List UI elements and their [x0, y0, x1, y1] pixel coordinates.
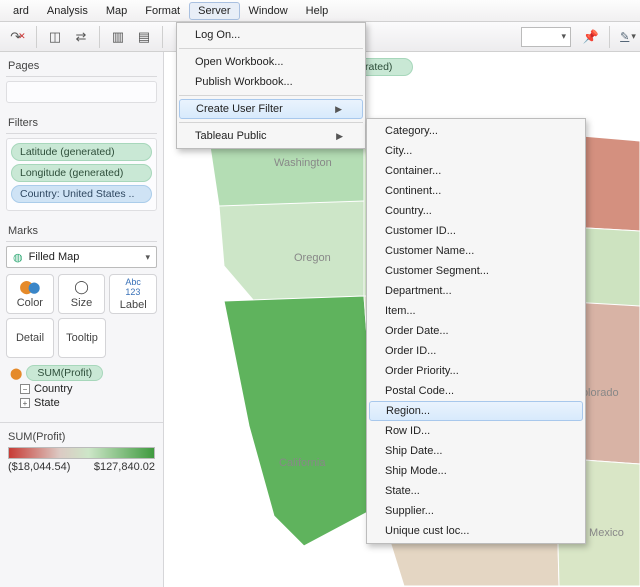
- menu-format[interactable]: Format: [136, 2, 189, 20]
- separator: [609, 26, 610, 48]
- filter-pill-country[interactable]: Country: United States ..: [11, 185, 152, 203]
- legend-color-bar[interactable]: [8, 447, 155, 459]
- marks-color-button[interactable]: ⬤⬤Color: [6, 274, 54, 314]
- user-filter-item-row-id[interactable]: Row ID...: [367, 421, 585, 441]
- menu-item-log-on[interactable]: Log On...: [177, 25, 365, 45]
- pin-icon[interactable]: 📌: [579, 25, 603, 49]
- map-label: Washington: [274, 157, 332, 169]
- swap-icon[interactable]: ⇄: [69, 25, 93, 49]
- legend-max: $127,840.02: [94, 461, 155, 473]
- user-filter-item-ship-date[interactable]: Ship Date...: [367, 441, 585, 461]
- submenu-arrow-icon: ▶: [336, 131, 343, 142]
- tree-expand-icon[interactable]: +: [20, 398, 30, 408]
- marks-tree: ⬤ SUM(Profit) −Country + State: [6, 362, 157, 416]
- map-label: California: [279, 457, 326, 469]
- menu-separator: [179, 48, 363, 49]
- menu-item-open-workbook[interactable]: Open Workbook...: [177, 52, 365, 72]
- user-filter-item-item[interactable]: Item...: [367, 301, 585, 321]
- menu-item-create-user-filter[interactable]: Create User Filter▶: [179, 99, 363, 119]
- menu-help[interactable]: Help: [297, 2, 338, 20]
- user-filter-item-customer-id[interactable]: Customer ID...: [367, 221, 585, 241]
- user-filter-item-container[interactable]: Container...: [367, 161, 585, 181]
- size-icon: ◯: [74, 279, 89, 295]
- color-icon: ⬤⬤: [19, 279, 40, 295]
- separator: [162, 26, 163, 48]
- crop-icon[interactable]: ◫: [43, 25, 67, 49]
- marks-shelf-title: Marks: [6, 221, 157, 242]
- marks-label-button[interactable]: Abc123Label: [109, 274, 157, 314]
- marks-size-button[interactable]: ◯Size: [58, 274, 106, 314]
- filled-map-icon: ◍: [13, 251, 23, 264]
- menu-window[interactable]: Window: [240, 2, 297, 20]
- menu-map[interactable]: Map: [97, 2, 136, 20]
- user-filter-item-country[interactable]: Country...: [367, 201, 585, 221]
- separator: [36, 26, 37, 48]
- redo-clear-icon[interactable]: ↷✕: [6, 25, 30, 49]
- filter-pill-latitude[interactable]: Latitude (generated): [11, 143, 152, 161]
- user-filter-item-customer-name[interactable]: Customer Name...: [367, 241, 585, 261]
- separator: [99, 26, 100, 48]
- marks-type-select[interactable]: ◍ Filled Map ▾: [6, 246, 157, 268]
- menu-item-tableau-public[interactable]: Tableau Public▶: [177, 126, 365, 146]
- tree-item-state[interactable]: State: [34, 397, 60, 409]
- state-oregon[interactable]: [219, 201, 364, 301]
- marks-type-label: Filled Map: [29, 251, 80, 263]
- menu-server[interactable]: Server: [189, 2, 239, 20]
- user-filter-item-continent[interactable]: Continent...: [367, 181, 585, 201]
- menu-dashboard[interactable]: ard: [4, 2, 38, 20]
- left-panel: Pages Filters Latitude (generated) Longi…: [0, 52, 164, 587]
- user-filter-item-order-date[interactable]: Order Date...: [367, 321, 585, 341]
- user-filter-item-customer-segment[interactable]: Customer Segment...: [367, 261, 585, 281]
- pages-shelf-title: Pages: [6, 56, 157, 77]
- user-filter-item-order-priority[interactable]: Order Priority...: [367, 361, 585, 381]
- toolbar-dropdown[interactable]: ▾: [521, 27, 571, 47]
- user-filter-item-postal-code[interactable]: Postal Code...: [367, 381, 585, 401]
- tree-pill-sumprofit[interactable]: SUM(Profit): [26, 365, 103, 381]
- user-filter-item-unique-cust-loc[interactable]: Unique cust loc...: [367, 521, 585, 541]
- filters-shelf-title: Filters: [6, 113, 157, 134]
- marks-tooltip-button[interactable]: Tooltip: [58, 318, 106, 358]
- submenu-arrow-icon: ▶: [335, 104, 342, 115]
- format-line-icon[interactable]: ✎▾: [616, 25, 640, 49]
- tree-collapse-icon[interactable]: −: [20, 384, 30, 394]
- menu-analysis[interactable]: Analysis: [38, 2, 97, 20]
- user-filter-item-region[interactable]: Region...: [369, 401, 583, 421]
- filters-shelf[interactable]: Latitude (generated) Longitude (generate…: [6, 138, 157, 211]
- legend-title: SUM(Profit): [6, 429, 157, 445]
- label-icon: Abc123: [125, 277, 141, 297]
- map-label: Oregon: [294, 252, 331, 264]
- menubar: ard Analysis Map Format Server Window He…: [0, 0, 640, 22]
- user-filter-item-category[interactable]: Category...: [367, 121, 585, 141]
- user-filter-item-supplier[interactable]: Supplier...: [367, 501, 585, 521]
- divider: [0, 422, 163, 423]
- marks-detail-button[interactable]: Detail: [6, 318, 54, 358]
- user-filter-item-state[interactable]: State...: [367, 481, 585, 501]
- layout-a-icon[interactable]: ▥: [106, 25, 130, 49]
- user-filter-item-order-id[interactable]: Order ID...: [367, 341, 585, 361]
- create-user-filter-submenu: Category...City...Container...Continent.…: [366, 118, 586, 544]
- server-menu-dropdown: Log On... Open Workbook... Publish Workb…: [176, 22, 366, 149]
- tree-item-country[interactable]: Country: [34, 383, 73, 395]
- layout-b-icon[interactable]: ▤: [132, 25, 156, 49]
- color-swatch-icon: ⬤: [10, 367, 22, 380]
- user-filter-item-department[interactable]: Department...: [367, 281, 585, 301]
- legend-min: ($18,044.54): [8, 461, 70, 473]
- user-filter-item-ship-mode[interactable]: Ship Mode...: [367, 461, 585, 481]
- menu-item-publish-workbook[interactable]: Publish Workbook...: [177, 72, 365, 92]
- pages-shelf[interactable]: [6, 81, 157, 103]
- user-filter-item-city[interactable]: City...: [367, 141, 585, 161]
- filter-pill-longitude[interactable]: Longitude (generated): [11, 164, 152, 182]
- menu-separator: [179, 122, 363, 123]
- menu-separator: [179, 95, 363, 96]
